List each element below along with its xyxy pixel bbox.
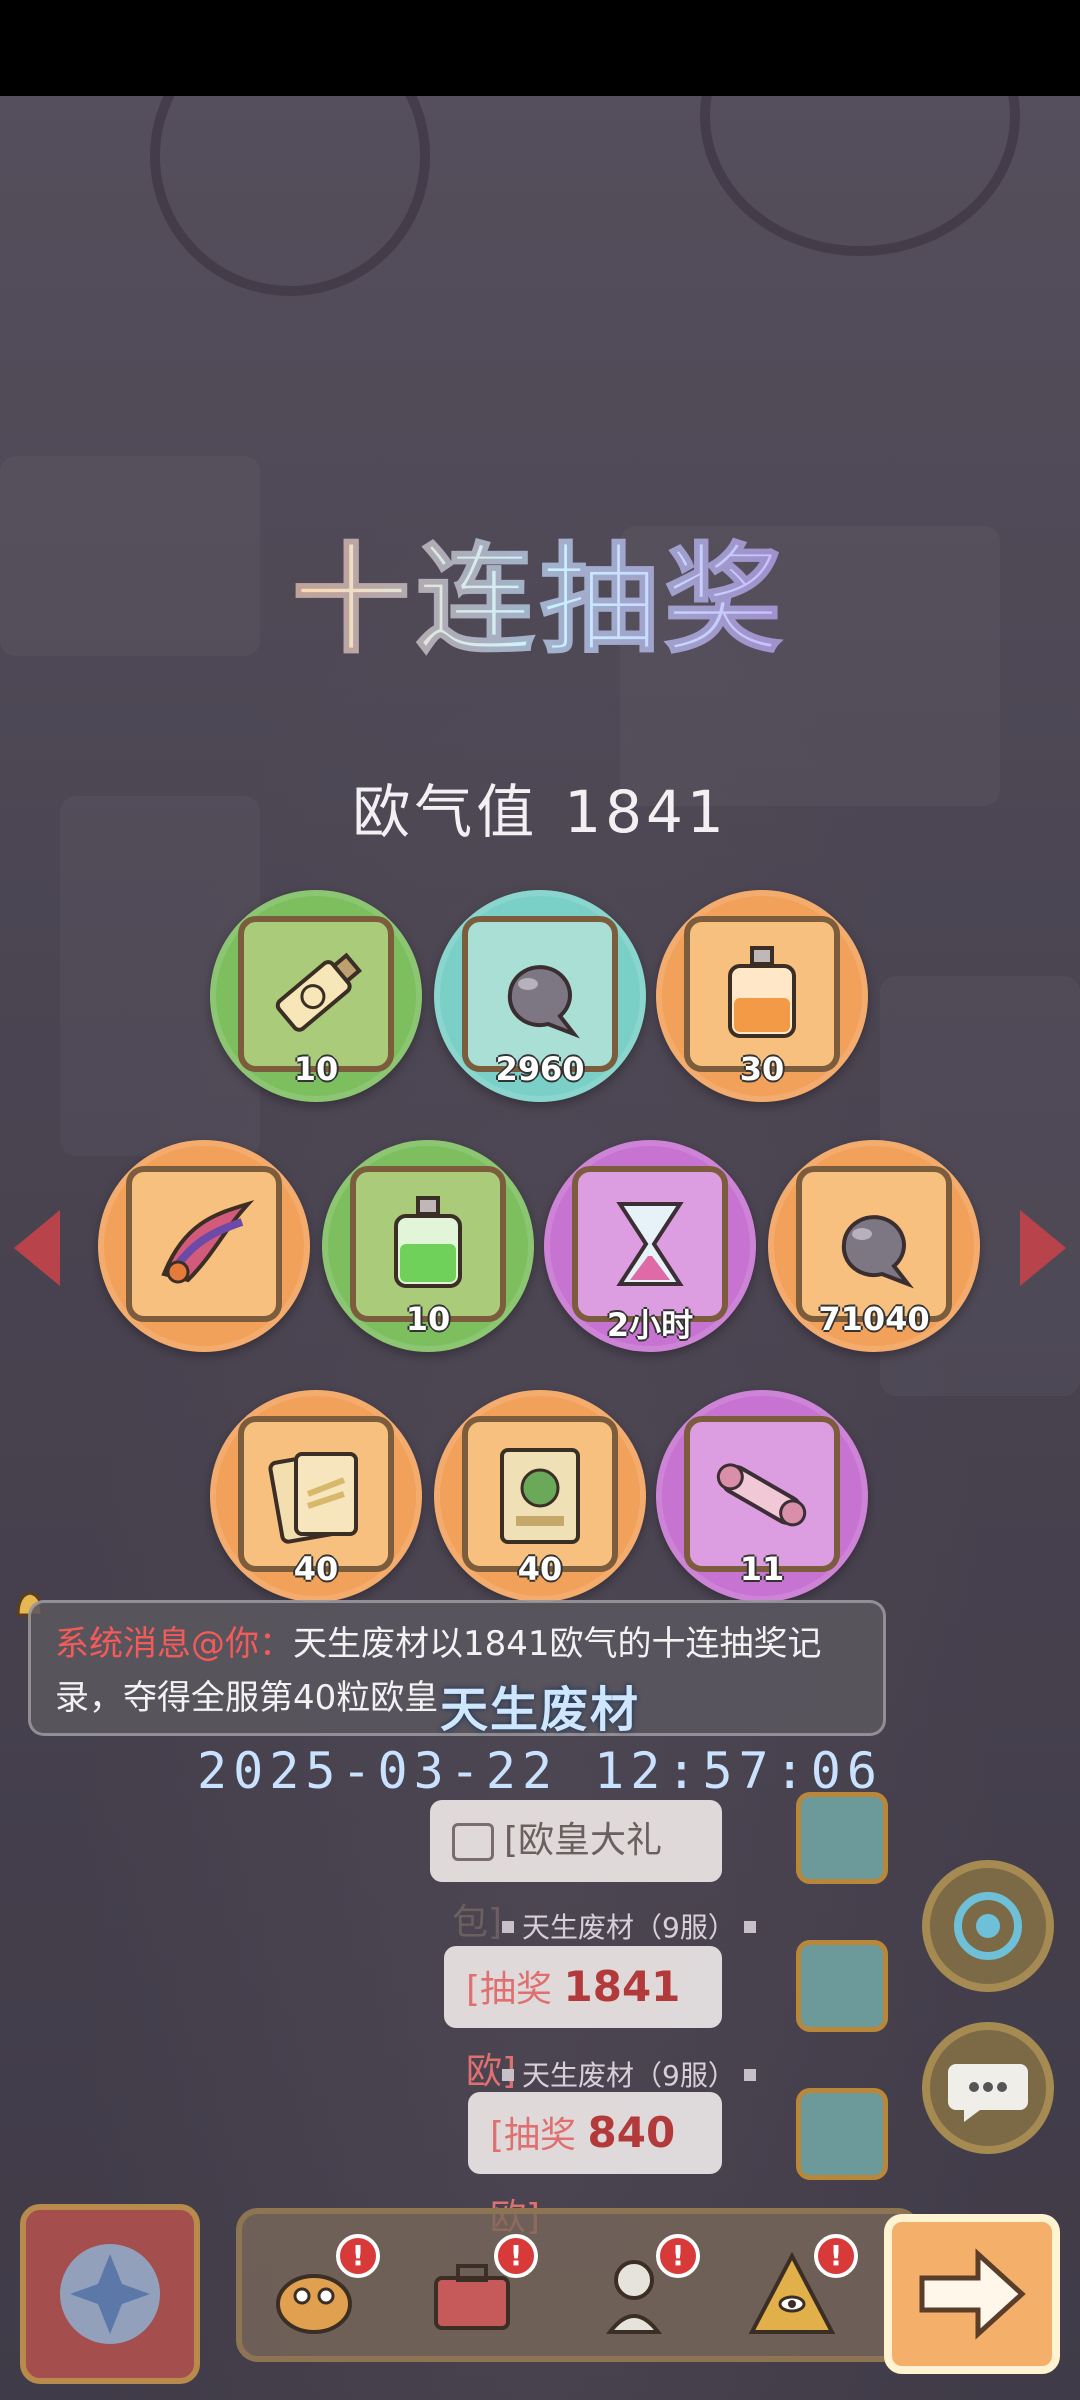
luck-value: 欧气值 1841 (0, 765, 1080, 849)
swirl-icon (954, 1892, 1022, 1960)
reward-qty: 11 (739, 1550, 785, 1588)
reward-card (126, 1166, 282, 1322)
toolbox-button[interactable]: ! (422, 2234, 538, 2344)
green-potion-icon (394, 1196, 462, 1288)
alert-badge: ! (494, 2234, 538, 2278)
alert-badge: ! (656, 2234, 700, 2278)
reward-card (350, 1166, 506, 1322)
reward-item[interactable] (98, 1140, 310, 1352)
reward-card (796, 1166, 952, 1322)
reward-qty: 10 (405, 1300, 451, 1338)
feather-plume-icon (161, 1200, 255, 1284)
reward-qty: 40 (293, 1550, 339, 1588)
reward-card (238, 916, 394, 1072)
spin-button[interactable] (922, 1860, 1054, 1992)
avatar[interactable] (796, 1792, 888, 1884)
status-bar (0, 0, 1080, 96)
reward-card (684, 1416, 840, 1572)
reward-item[interactable]: 71040 (768, 1140, 980, 1352)
luck-label: 欧气值 (352, 778, 539, 846)
reward-item[interactable]: 11 (656, 1390, 868, 1602)
reward-qty: 2小时 (606, 1306, 694, 1344)
draw-datetime: 2025-03-22 12:57:06 (197, 1742, 883, 1800)
reward-qty: 71040 (818, 1300, 930, 1338)
avatar[interactable] (796, 1940, 888, 2032)
reward-card (462, 916, 618, 1072)
chat-icon (948, 2064, 1028, 2122)
arrow-left-icon[interactable] (14, 1210, 60, 1286)
portal-button[interactable] (20, 2204, 200, 2384)
certificate-icon (500, 1448, 580, 1544)
chat-draw-prefix: [抽奖 (490, 2115, 588, 2156)
avatar[interactable] (796, 2088, 888, 2180)
reward-item[interactable]: 30 (656, 890, 868, 1102)
reward-qty: 2960 (495, 1050, 585, 1088)
orange-potion-icon (728, 946, 796, 1038)
reward-card (684, 916, 840, 1072)
system-message-line: 系统消息@你：天生废材以1841欧气的十连抽奖记 (55, 1617, 859, 1671)
arrow-right-icon (919, 2248, 1026, 2340)
creature-button[interactable]: ! (264, 2234, 380, 2344)
chat-sender: 天生废材（9服） (494, 2054, 764, 2094)
tube-icon (275, 952, 363, 1032)
chat-sender-name: 天生废材（9服） (522, 1911, 736, 1944)
arrow-right-icon[interactable] (1020, 1210, 1066, 1286)
portal-icon (60, 2244, 160, 2344)
system-message-prefix: 系统消息@你： (55, 1624, 293, 1664)
system-message-text: 天生废材以1841欧气的十连抽奖记 (293, 1624, 822, 1664)
alert-badge: ! (814, 2234, 858, 2278)
spirit-blob-icon (507, 965, 580, 1039)
chat-draw-number: 1841 (563, 1962, 681, 2011)
spirit-blob-icon (841, 1215, 914, 1289)
reward-card (572, 1166, 728, 1322)
chat-button[interactable] (922, 2022, 1054, 2154)
reward-qty: 40 (517, 1550, 563, 1588)
bone-tube-icon (716, 1463, 807, 1527)
bottom-toolbar: ! ! ! ! (236, 2208, 920, 2362)
chat-draw-prefix: [抽奖 (466, 1969, 564, 2010)
next-button[interactable] (884, 2214, 1060, 2374)
reward-item[interactable]: 40 (210, 1390, 422, 1602)
pyramid-button[interactable]: ! (742, 2234, 858, 2344)
chat-draw-number: 840 (587, 2108, 676, 2157)
gift-icon (452, 1823, 494, 1861)
reward-card (238, 1416, 394, 1572)
statue-button[interactable]: ! (584, 2234, 700, 2344)
winner-name: 天生废材 (439, 1682, 640, 1738)
hourglass-icon (616, 1202, 684, 1286)
reward-qty: 30 (739, 1050, 785, 1088)
chat-bubble-gift[interactable]: [欧皇大礼包] (430, 1800, 722, 1943)
luck-number: 1841 (564, 778, 728, 846)
reward-item[interactable]: 40 (434, 1390, 646, 1602)
scroll-cards-icon (268, 1452, 358, 1544)
page-title: 十连抽奖 (0, 504, 1080, 675)
chat-bubble-draw[interactable]: [抽奖 840 欧] (468, 2092, 722, 2238)
reward-item[interactable]: 10 (210, 890, 422, 1102)
reward-item[interactable]: 10 (322, 1140, 534, 1352)
chat-sender-name: 天生废材（9服） (522, 2059, 736, 2092)
alert-badge: ! (336, 2234, 380, 2278)
reward-item[interactable]: 2小时 (544, 1140, 756, 1352)
chat-bubble-draw[interactable]: [抽奖 1841 欧] (444, 1946, 722, 2092)
reward-qty: 10 (293, 1050, 339, 1088)
chat-sender: 天生废材（9服） (494, 1906, 764, 1946)
reward-item[interactable]: 2960 (434, 890, 646, 1102)
reward-card (462, 1416, 618, 1572)
